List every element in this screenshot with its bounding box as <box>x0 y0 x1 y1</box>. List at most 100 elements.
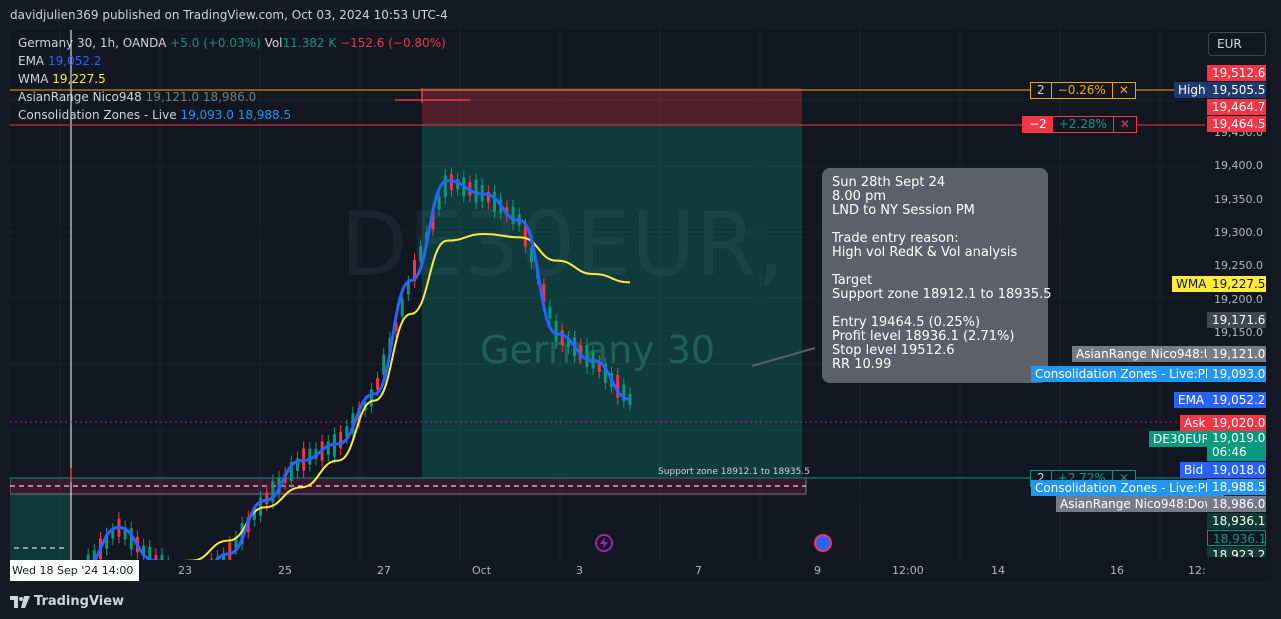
candle-body <box>523 225 527 247</box>
candle-body <box>339 431 343 449</box>
candle-body <box>326 441 330 455</box>
legend-cz-values: 19,093.0 18,988.5 <box>180 108 292 122</box>
candle-body <box>511 206 515 224</box>
time-tick: 25 <box>278 564 292 577</box>
note-line: Trade entry reason: <box>832 231 959 246</box>
asian-up-label: AsianRange Nico948:Up <box>1072 346 1225 362</box>
note-line: 8.00 pm <box>832 189 886 204</box>
candle-body <box>443 175 447 198</box>
legend-vol-change: −152.6 (−0.80%) <box>340 36 446 50</box>
price-tag-asian-down: 18,986.0 <box>1207 496 1266 512</box>
time-tick: 14 <box>991 564 1005 577</box>
time-tick: Oct <box>472 564 492 577</box>
note-line: Target <box>832 273 873 288</box>
currency-selector[interactable]: EUR <box>1208 32 1266 56</box>
price-tag-low: 18,923.2 <box>1207 547 1266 557</box>
entry-qty: −2 <box>1023 117 1053 132</box>
candle-body <box>437 196 441 210</box>
candle-body <box>228 542 232 561</box>
lightning-icon[interactable] <box>595 534 613 552</box>
price-tag-bid: 19,018.0 <box>1207 462 1266 478</box>
price-tag-ema: 19,052.2 <box>1207 392 1266 408</box>
stop-pct: −0.26% <box>1052 83 1113 98</box>
price-tick: 19,400.0 <box>1214 159 1263 172</box>
ask-label: Ask <box>1180 415 1210 431</box>
event-icon[interactable] <box>814 534 832 552</box>
price-tick: 19,250.0 <box>1214 259 1263 272</box>
stop-position-box[interactable]: 2 −0.26% ✕ <box>1030 82 1136 99</box>
trade-note[interactable]: Sun 28th Sept 24 8.00 pm LND to NY Session… <box>822 168 1052 383</box>
legend-cz-label[interactable]: Consolidation Zones - Live <box>18 108 177 122</box>
price-tag-entry-1: 19,464.7 <box>1207 99 1266 115</box>
price-tag-asian-up: 19,121.0 <box>1207 346 1266 362</box>
note-line <box>832 302 1038 316</box>
entry-pct: +2.28% <box>1053 117 1114 132</box>
wma-tag-label: WMA <box>1172 276 1211 292</box>
note-line <box>832 260 1038 274</box>
candle-body <box>585 344 589 367</box>
time-tick: 3 <box>576 564 583 577</box>
price-tag-cz2: 18,988.5 <box>1207 479 1266 495</box>
price-tag-target-2: 18,936.1 <box>1207 530 1266 546</box>
time-tick: 9 <box>814 564 821 577</box>
currency-label: EUR <box>1217 37 1242 51</box>
note-line: High vol RedK & Vol analysis <box>832 245 1018 260</box>
price-tag-last: 19,019.0 06:46 <box>1207 431 1266 461</box>
legend-vol-label: Vol <box>264 36 283 50</box>
legend-wma-value: 19,227.5 <box>52 72 106 86</box>
publisher-text: davidjulien369 published on TradingView.… <box>10 8 448 22</box>
publisher-header: davidjulien369 published on TradingView.… <box>0 0 1281 30</box>
stop-zone <box>422 88 802 125</box>
note-line: Sun 28th Sept 24 <box>832 175 946 190</box>
time-tick: 7 <box>695 564 702 577</box>
time-tick: 16 <box>1110 564 1124 577</box>
note-line: Stop level 19512.6 <box>832 343 955 358</box>
cz2-label: Consolidation Zones - Live:Plot <box>1031 480 1225 496</box>
time-axis[interactable]: Wed 18 Sep '24 14:00 23 25 27 Oct 3 7 9 … <box>10 560 1206 581</box>
price-tick: 19,350.0 <box>1214 193 1263 206</box>
price-tag-grey: 19,171.6 <box>1207 312 1266 328</box>
entry-position-box[interactable]: −2 +2.28% ✕ <box>1022 116 1137 133</box>
symbol-tag-label: DE30EUR <box>1149 431 1214 447</box>
bid-label: Bid <box>1180 462 1208 478</box>
tradingview-logo-icon <box>10 596 30 608</box>
candle-body <box>369 389 373 407</box>
legend-ema-label[interactable]: EMA <box>18 54 44 68</box>
price-tick: 19,200.0 <box>1214 293 1263 306</box>
price-tag-entry-2: 19,464.5 <box>1207 116 1266 132</box>
stop-close-icon[interactable]: ✕ <box>1113 83 1135 98</box>
time-tick: 12:00 <box>892 564 924 577</box>
candle-body <box>493 191 497 212</box>
time-tick: 12: <box>1188 564 1206 577</box>
note-line: RR 10.99 <box>832 357 892 372</box>
note-line <box>832 218 1038 232</box>
cursor-time-label: Wed 18 Sep '24 14:00 <box>10 560 140 581</box>
candle-body <box>400 298 404 317</box>
support-zone-label: Support zone 18912.1 to 18935.5 <box>658 467 810 477</box>
cz-label: Consolidation Zones - Live:Plot <box>1031 366 1225 382</box>
time-tick: 23 <box>178 564 192 577</box>
legend-ema-value: 19,052.2 <box>47 54 102 68</box>
last-price: 19,019.0 <box>1212 431 1266 445</box>
note-line: LND to NY Session PM <box>832 203 975 218</box>
legend-wma-label[interactable]: WMA <box>18 72 48 86</box>
price-tag-stop: 19,512.6 <box>1207 65 1266 81</box>
footer: TradingView <box>0 584 1281 619</box>
legend-asian-label[interactable]: AsianRange Nico948 <box>18 90 142 104</box>
price-tag-wma: 19,227.5 <box>1207 276 1266 292</box>
entry-close-icon[interactable]: ✕ <box>1114 117 1136 132</box>
asian-down-label: AsianRange Nico948:Down <box>1056 496 1226 512</box>
candle-body <box>308 448 312 465</box>
legend-asian-values: 19,121.0 18,986.0 <box>145 90 257 104</box>
footer-brand[interactable]: TradingView <box>34 594 124 609</box>
candle-body <box>560 330 564 346</box>
price-tag-ask: 19,020.0 <box>1207 415 1266 431</box>
profit-zone <box>422 125 802 477</box>
chart-legend: Germany 30, 1h, OANDA +5.0 (+0.03%) Vol1… <box>18 34 446 124</box>
candle-body <box>554 320 558 343</box>
legend-symbol[interactable]: Germany 30, 1h, OANDA <box>18 36 166 50</box>
candle-body <box>265 492 269 505</box>
bar-countdown: 06:46 <box>1212 445 1247 459</box>
candle-body <box>548 306 552 319</box>
price-tick: 19,300.0 <box>1214 226 1263 239</box>
